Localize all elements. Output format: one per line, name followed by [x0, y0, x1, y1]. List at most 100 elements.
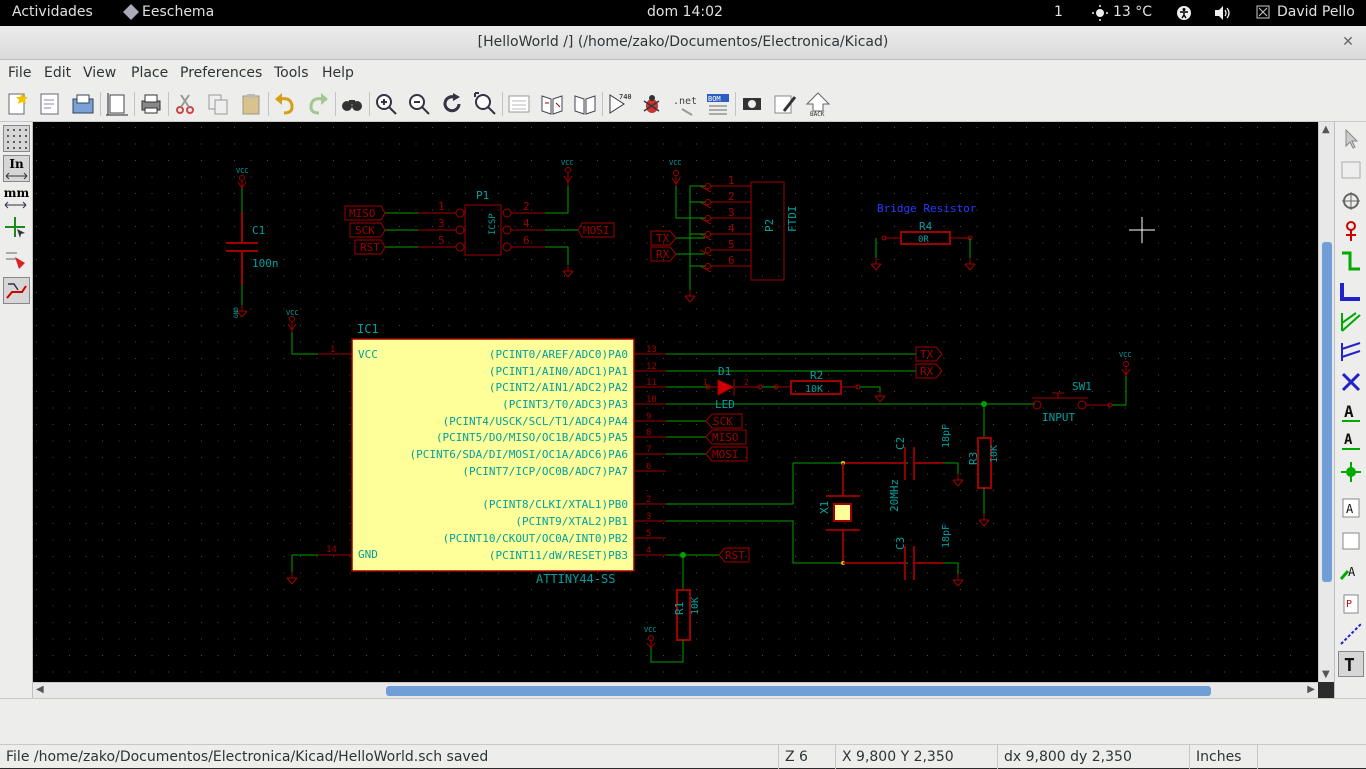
vertical-scroll-thumb[interactable]	[1322, 242, 1332, 582]
volume-icon[interactable]	[1214, 5, 1232, 25]
library-browser-icon[interactable]	[572, 91, 598, 117]
sheet-pin-icon[interactable]: P	[1338, 591, 1364, 617]
highlight-net-icon[interactable]	[1338, 158, 1364, 184]
scroll-left-arrow-icon[interactable]: ◀	[36, 684, 44, 695]
place-wire-icon[interactable]	[1338, 249, 1364, 275]
redo-icon[interactable]	[305, 91, 331, 117]
svg-text:1: 1	[703, 378, 708, 387]
wire-to-bus-entry-icon[interactable]	[1338, 309, 1364, 335]
zoom-in-icon[interactable]	[373, 91, 399, 117]
workspace-indicator[interactable]: 1	[1054, 4, 1063, 20]
place-power-icon[interactable]	[1338, 219, 1364, 245]
x1-value: 20MHz	[888, 479, 901, 512]
ic1-gnd-pin-label: GND	[358, 548, 378, 561]
bus-orientation-icon[interactable]	[3, 277, 30, 304]
netlist-icon[interactable]: .net	[672, 91, 698, 117]
svg-text:RX: RX	[920, 365, 934, 378]
schematic-canvas[interactable]: VCC C1 100n GND P1 ICSP 1 3 5 2 4 6 MISO…	[33, 122, 1318, 682]
bus-to-bus-entry-icon[interactable]	[1338, 339, 1364, 365]
new-schematic-icon[interactable]	[4, 91, 30, 117]
place-bus-icon[interactable]	[1338, 279, 1364, 305]
hierarchical-sheet-icon[interactable]	[1338, 527, 1364, 553]
library-editor-icon[interactable]	[539, 91, 565, 117]
ic1-pin-name: (PCINT2/AIN1/ADC2)PA2	[489, 381, 628, 394]
graphic-text-icon[interactable]: T	[1338, 651, 1364, 677]
p1-pin1: 1	[438, 200, 445, 213]
menu-preferences[interactable]: Preferences	[180, 65, 262, 81]
units-inches-button[interactable]: In	[3, 155, 30, 182]
place-junction-icon[interactable]	[1338, 459, 1364, 485]
app-menu[interactable]: Eeschema	[142, 4, 214, 20]
open-schematic-icon[interactable]	[37, 91, 63, 117]
vertical-scrollbar[interactable]: ▲ ▼	[1318, 122, 1334, 682]
scroll-right-arrow-icon[interactable]: ▶	[1307, 684, 1315, 695]
cut-icon[interactable]	[172, 91, 198, 117]
cvpcb-icon[interactable]	[739, 91, 765, 117]
scroll-up-arrow-icon[interactable]: ▲	[1322, 124, 1330, 135]
undo-icon[interactable]	[272, 91, 298, 117]
status-coordinates: X 9,800 Y 2,350	[835, 745, 954, 769]
schematic-svg[interactable]: VCC C1 100n GND P1 ICSP 1 3 5 2 4 6 MISO…	[33, 122, 1318, 682]
p2-value: FTDI	[786, 206, 799, 233]
menu-help[interactable]: Help	[322, 65, 354, 81]
page-settings-icon[interactable]	[104, 91, 130, 117]
hierarchy-navigator-icon[interactable]	[506, 91, 532, 117]
menu-file[interactable]: File	[8, 65, 31, 81]
hidden-pins-icon[interactable]	[3, 247, 30, 274]
menu-bar: File Edit View Place Preferences Tools H…	[0, 60, 1366, 86]
copy-icon[interactable]	[205, 91, 231, 117]
c2-ref: C2	[894, 437, 907, 450]
clock[interactable]: dom 14:02	[647, 4, 723, 20]
menu-view[interactable]: View	[83, 65, 116, 81]
ic1-ref: IC1	[357, 322, 379, 336]
p1-body: ICSP	[488, 213, 498, 235]
zoom-out-icon[interactable]	[406, 91, 432, 117]
svg-text:.net: .net	[673, 96, 697, 107]
status-bar: File /home/zako/Documentos/Electronica/K…	[0, 744, 1366, 769]
r1-value: 10K	[690, 597, 701, 615]
close-window-button[interactable]: ✕	[1338, 32, 1358, 52]
print-icon[interactable]	[138, 91, 164, 117]
place-component-icon[interactable]	[1338, 188, 1364, 214]
horizontal-scroll-thumb[interactable]	[386, 686, 1211, 696]
ic1-attiny44[interactable]: IC1 ATTINY44-SS VCC GND 1 14 (PCINT0/ARE…	[318, 322, 666, 586]
d1-value: LED	[715, 398, 735, 411]
scroll-down-arrow-icon[interactable]: ▼	[1322, 669, 1330, 680]
c3-value: 18pF	[941, 524, 952, 548]
annotate-icon[interactable]: 7402	[606, 91, 636, 117]
place-global-label-icon[interactable]: A	[1338, 429, 1364, 455]
status-extra	[1257, 745, 1366, 769]
find-icon[interactable]	[339, 91, 365, 117]
weather-temperature[interactable]: 13 °C	[1113, 4, 1152, 20]
pcbnew-icon[interactable]	[772, 91, 798, 117]
ic1-pin-number: 8	[646, 428, 651, 438]
redraw-icon[interactable]	[439, 91, 465, 117]
units-mm-button[interactable]: mm	[3, 185, 30, 212]
svg-text:6: 6	[728, 254, 735, 267]
accessibility-icon[interactable]	[1176, 5, 1192, 25]
save-icon[interactable]	[70, 91, 96, 117]
activities-button[interactable]: Actividades	[12, 4, 93, 20]
hierarchical-label-icon[interactable]: A	[1338, 495, 1364, 521]
menu-edit[interactable]: Edit	[44, 65, 71, 81]
user-menu[interactable]: David Pello	[1277, 4, 1355, 20]
grid-toggle-icon[interactable]	[3, 125, 30, 152]
gnome-top-bar: Actividades Eeschema dom 14:02 1 13 °C D…	[0, 0, 1366, 26]
menu-tools[interactable]: Tools	[274, 65, 309, 81]
graphic-line-icon[interactable]	[1338, 621, 1364, 647]
zoom-fit-icon[interactable]	[472, 91, 498, 117]
select-tool-icon[interactable]	[1338, 126, 1364, 152]
bom-icon[interactable]: BOM	[705, 91, 731, 117]
menu-place[interactable]: Place	[131, 65, 168, 81]
paste-icon[interactable]	[238, 91, 264, 117]
ic1-pin-name: (PCINT3/T0/ADC3)PA3	[502, 398, 628, 411]
place-label-icon[interactable]: A	[1338, 399, 1364, 425]
import-sheet-pin-icon[interactable]: A	[1338, 559, 1364, 585]
status-message: File /home/zako/Documentos/Electronica/K…	[6, 749, 489, 765]
back-icon[interactable]: BACK	[805, 91, 831, 118]
horizontal-scrollbar[interactable]: ◀ ▶	[33, 682, 1318, 698]
svg-text:RX: RX	[656, 248, 670, 261]
cursor-shape-icon[interactable]	[3, 215, 30, 242]
erc-icon[interactable]	[639, 91, 665, 117]
no-connect-icon[interactable]	[1338, 369, 1364, 395]
